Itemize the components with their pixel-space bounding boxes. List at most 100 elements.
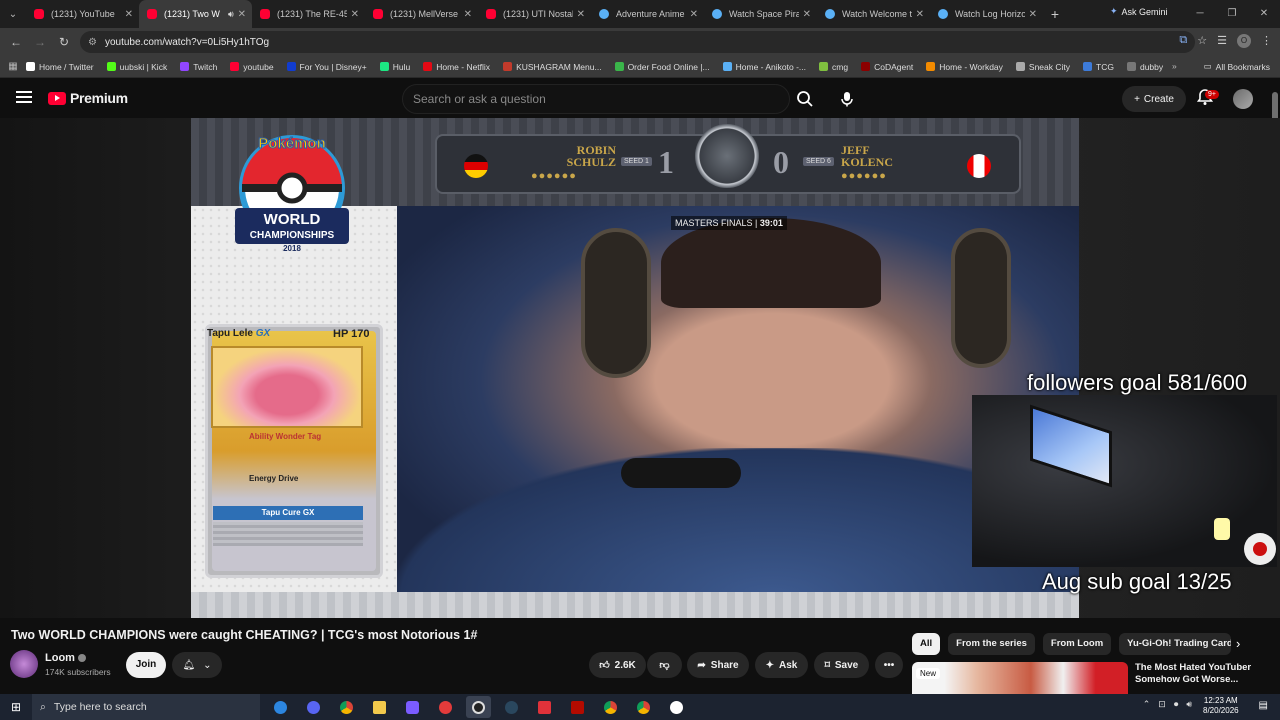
recommended-video-thumbnail[interactable] [912,662,1128,694]
chrome-icon-2[interactable] [598,696,623,718]
browser-tab[interactable]: (1231) YouTube ✕ [26,0,139,28]
like-button[interactable]: 👍︎ 2.6K [589,652,646,678]
browser-tab[interactable]: (1231) Two W 🔊︎ ✕ [139,0,252,28]
guide-menu-icon[interactable] [16,91,32,103]
all-bookmarks-button[interactable]: ▭ All Bookmarks [1204,61,1270,72]
mic-tray-icon[interactable]: ⏺ [1174,699,1179,710]
close-window-button[interactable]: ✕ [1248,0,1280,28]
bookmark-item[interactable]: Home - Anikoto -... [722,62,806,72]
video-player[interactable]: ROBIN SCHULZ SEED 1 ●●●●●● 1 0 SEED 6 JE… [191,118,1079,618]
reading-list-icon[interactable]: ☰ [1217,34,1227,48]
bookmark-item[interactable]: CoDAgent [861,62,913,72]
bookmark-item[interactable]: Hulu [379,62,410,72]
clock-app-icon[interactable] [664,696,689,718]
new-tab-button[interactable]: + [1043,6,1067,22]
bookmark-item[interactable]: cmg [819,62,848,72]
bookmark-item[interactable]: youtube [230,62,274,72]
browser-tab[interactable]: (1231) UTI Nostalg ✕ [478,0,591,28]
join-button[interactable]: Join [126,652,166,678]
adobe-icon[interactable] [532,696,557,718]
filter-chip[interactable]: From the series [948,633,1035,655]
address-bar[interactable]: ⚙ youtube.com/watch?v=0Li5Hy1hTOg [80,31,1195,53]
restore-button[interactable]: ❐ [1216,0,1248,28]
tray-overflow-icon[interactable]: ⌃ [1143,699,1151,710]
create-button[interactable]: + Create [1122,86,1186,112]
close-tab-icon[interactable]: ✕ [1029,9,1037,20]
close-tab-icon[interactable]: ✕ [803,9,811,20]
browser-tab[interactable]: (1231) MellVerse ✕ [365,0,478,28]
close-tab-icon[interactable]: ✕ [690,9,698,20]
reload-button[interactable]: ↻ [52,35,76,49]
bookmark-item[interactable]: Order Food Online |... [614,62,710,72]
voice-search-icon[interactable] [834,86,860,112]
bookmark-item[interactable]: Twitch [180,62,217,72]
bookmark-item[interactable]: Home / Twitter [26,62,94,72]
network-icon[interactable]: ⊡ [1158,699,1166,710]
dislike-button[interactable]: 👎︎ [647,652,682,678]
acrobat-icon[interactable] [565,696,590,718]
bookmark-item[interactable]: TCG [1083,62,1114,72]
volume-icon[interactable]: 🔊︎ [1186,699,1192,710]
widgets-icon[interactable] [268,696,293,718]
youtube-premium-logo[interactable]: Premium [48,90,128,106]
discord-icon[interactable] [301,696,326,718]
bookmark-item[interactable]: Home - Netflix [423,62,490,72]
browser-menu-icon[interactable]: ⋮ [1261,34,1272,48]
chrome-icon[interactable] [334,696,359,718]
browser-tab[interactable]: Adventure Anime ✕ [591,0,704,28]
filter-chip[interactable]: All [912,633,941,655]
file-explorer-icon[interactable] [367,696,392,718]
bookmark-item[interactable]: For You | Disney+ [286,62,367,72]
search-icon[interactable] [790,84,820,114]
bookmarks-overflow-icon[interactable]: » [1172,61,1177,71]
more-actions-button[interactable]: ••• [875,652,903,678]
minimize-button[interactable]: ─ [1184,0,1216,28]
recommended-video-title[interactable]: The Most Hated YouTuber Somehow Got Wors… [1135,662,1260,686]
apps-grid-icon[interactable]: ▦ [0,61,26,72]
chips-next-arrow-icon[interactable]: › [1236,636,1240,651]
forward-button[interactable]: → [28,35,52,49]
ask-gemini-button[interactable]: ✦ Ask Gemini [1110,6,1168,17]
filter-chip[interactable]: From Loom [1042,633,1112,655]
obs-icon[interactable] [466,696,491,718]
subscription-bell-button[interactable]: 🔔︎ ⌄ [172,652,222,678]
game-controller-icon[interactable] [400,696,425,718]
browser-tab[interactable]: Watch Space Pirat ✕ [704,0,817,28]
media-player-icon[interactable] [433,696,458,718]
taskbar-search-input[interactable]: ⌕ Type here to search [32,694,260,720]
back-button[interactable]: ← [4,35,28,49]
close-tab-icon[interactable]: ✕ [238,9,246,20]
browser-tab[interactable]: (1231) The RE-45 ✕ [252,0,365,28]
translate-icon[interactable]: ⧉ [1179,34,1187,48]
close-tab-icon[interactable]: ✕ [125,9,133,20]
profile-avatar[interactable]: O [1237,34,1251,48]
close-tab-icon[interactable]: ✕ [464,9,472,20]
account-avatar[interactable] [1233,89,1253,109]
windows-start-icon[interactable]: ⊞ [0,700,32,714]
channel-avatar[interactable] [10,650,38,678]
bookmark-item[interactable]: uubski | Kick [106,62,167,72]
bookmark-item[interactable]: dubby [1126,62,1163,72]
close-tab-icon[interactable]: ✕ [351,9,359,20]
close-tab-icon[interactable]: ✕ [916,9,924,20]
ask-button[interactable]: ✦ Ask [755,652,808,678]
tab-search-chevron-icon[interactable]: ⌄ [0,0,26,28]
search-input[interactable]: Search or ask a question [402,84,790,114]
taskbar-clock[interactable]: 12:23 AM 8/20/2026 [1203,696,1239,716]
site-info-icon[interactable]: ⚙ [88,37,97,48]
notification-center-icon[interactable]: ▤ [1259,700,1268,711]
browser-tab[interactable]: Watch Log Horizo ✕ [930,0,1043,28]
tab-audio-icon[interactable]: 🔊︎ [228,9,234,20]
bookmark-item[interactable]: Sneak City [1015,62,1070,72]
steam-icon[interactable] [499,696,524,718]
chrome-icon-3[interactable] [631,696,656,718]
filter-chip[interactable]: Yu-Gi-Oh! Trading Card Gam [1119,633,1232,655]
bookmark-item[interactable]: Home - Workday [926,62,1003,72]
save-button[interactable]: ⌑ Save [814,652,869,678]
bookmark-item[interactable]: KUSHAGRAM Menu... [503,62,602,72]
close-tab-icon[interactable]: ✕ [577,9,585,20]
share-button[interactable]: ➦ Share [687,652,749,678]
channel-name[interactable]: Loom [45,652,75,664]
bookmark-star-icon[interactable]: ☆ [1197,34,1207,48]
browser-tab[interactable]: Watch Welcome to ✕ [817,0,930,28]
